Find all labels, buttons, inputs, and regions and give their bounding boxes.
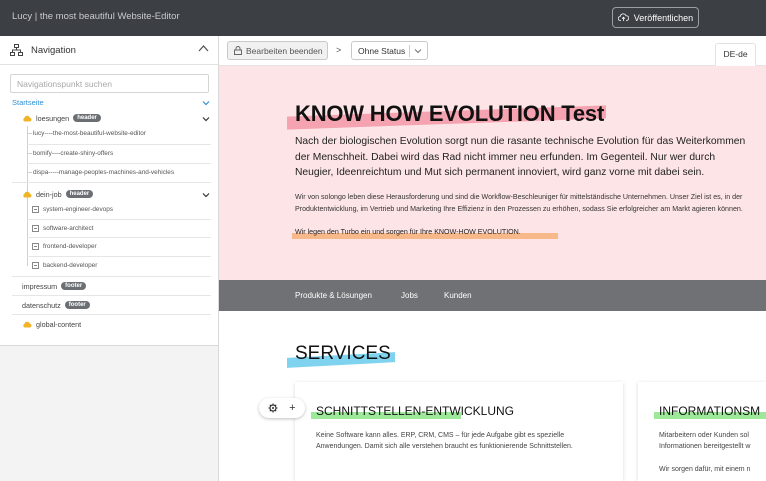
tree-leaf[interactable]: bomify----create-shiny-offers [33, 150, 113, 157]
top-bar: Lucy | the most beautiful Website-Editor… [0, 0, 766, 36]
tree-item-global-content[interactable]: global-content [22, 316, 81, 332]
sidebar-empty-area [0, 346, 219, 481]
page-icon [32, 205, 39, 213]
tree-item-loesungen[interactable]: loesungen header [22, 110, 101, 126]
card-title: INFORMATIONSM [659, 404, 761, 418]
end-editing-button[interactable]: Bearbeiten beenden [227, 41, 328, 60]
service-card[interactable]: SCHNITTSTELLEN-ENTWICKLUNG Keine Softwar… [295, 382, 623, 481]
tree-leaf-system-engineer[interactable]: system-engineer-devops [32, 201, 113, 217]
navigation-title: Navigation [31, 45, 76, 56]
tree-branch [27, 172, 32, 173]
tree-root-startseite[interactable]: Startseite [12, 98, 44, 107]
navigation-sidebar: Navigation Startseite loesungen header l… [0, 36, 219, 346]
lock-icon [234, 46, 242, 55]
hero-section: KNOW HOW EVOLUTION Test Nach der biologi… [219, 66, 766, 280]
tree-leaf-label: system-engineer-devops [43, 205, 113, 213]
tree-leaf-label: frontend-developer [43, 242, 97, 250]
status-select[interactable]: Ohne Status [351, 41, 428, 60]
publish-label: Veröffentlichen [633, 12, 694, 23]
tree-branch [27, 133, 32, 134]
status-value: Ohne Status [358, 45, 406, 56]
card-text: Wir sorgen dafür, mit einem n [659, 466, 751, 473]
card-text: Informationen bereitgestellt w [659, 443, 751, 450]
hero-small-text[interactable]: Wir von solongo leben diese Herausforder… [295, 192, 755, 215]
tree-item-label: loesungen [36, 113, 70, 123]
divider [12, 314, 211, 315]
hero-title[interactable]: KNOW HOW EVOLUTION Test [295, 101, 604, 127]
page-preview: KNOW HOW EVOLUTION Test Nach der biologi… [219, 66, 766, 481]
tree-item-label: impressum [22, 281, 58, 291]
tree-item-datenschutz[interactable]: datenschutz footer [22, 297, 90, 313]
card-text: Mitarbeitern oder Kunden sol [659, 432, 749, 439]
tree-item-dein-job[interactable]: dein-job header [22, 186, 94, 202]
header-badge: header [65, 190, 94, 198]
page-icon [32, 242, 39, 250]
cloud-icon [23, 115, 32, 121]
chevron-up-icon[interactable] [198, 44, 209, 53]
hero-highlight-text[interactable]: Wir legen den Turbo ein und sorgen für I… [295, 228, 521, 236]
app-title: Lucy | the most beautiful Website-Editor [12, 11, 180, 22]
site-navigation-bar: Produkte & Lösungen Jobs Kunden [219, 280, 766, 311]
cloud-icon [23, 321, 32, 327]
tree-leaf-backend-developer[interactable]: backend-developer [32, 257, 97, 273]
tree-item-label: dein-job [36, 189, 62, 199]
site-nav-products[interactable]: Produkte & Lösungen [295, 291, 372, 300]
card-text: Keine Software kann alles. ERP, CRM, CMS… [316, 432, 573, 450]
chevron-down-icon [414, 49, 422, 54]
site-nav-jobs[interactable]: Jobs [401, 291, 418, 300]
divider [12, 295, 211, 296]
divider [12, 182, 211, 183]
service-card[interactable]: INFORMATIONSM Mitarbeitern oder Kunden s… [638, 382, 766, 481]
block-tools: + [259, 398, 305, 418]
page-icon [32, 224, 39, 232]
footer-badge: footer [64, 301, 90, 309]
divider [12, 276, 211, 277]
tree-leaf[interactable]: dispa-----manage-peoples-machines-and-ve… [33, 169, 174, 176]
tree-leaf[interactable]: lucy----the-most-beautiful-website-edito… [33, 130, 146, 137]
sitemap-icon [10, 44, 23, 56]
services-title[interactable]: SERVICES [295, 343, 391, 365]
tree-branch [27, 153, 32, 154]
add-block-button[interactable]: + [289, 402, 295, 414]
tree-leaf-software-architect[interactable]: software-architect [32, 220, 93, 236]
divider [27, 163, 211, 164]
tree-leaf-label: backend-developer [43, 261, 98, 269]
breadcrumb-separator: > [336, 45, 342, 55]
tree-item-label: global-content [36, 319, 82, 329]
chevron-down-icon[interactable] [202, 116, 210, 122]
cloud-icon [23, 191, 32, 197]
chevron-down-icon[interactable] [202, 100, 210, 106]
language-tab[interactable]: DE-de [715, 43, 756, 67]
hero-paragraph[interactable]: Nach der biologischen Evolution sorgt nu… [295, 134, 755, 181]
chevron-down-icon[interactable] [202, 192, 210, 198]
select-divider [409, 45, 410, 57]
tree-leaf-frontend-developer[interactable]: frontend-developer [32, 238, 97, 254]
card-title: SCHNITTSTELLEN-ENTWICKLUNG [316, 404, 515, 418]
tree-leaf-label: software-architect [43, 224, 94, 232]
end-editing-label: Bearbeiten beenden [246, 45, 323, 56]
page-icon [32, 261, 39, 269]
editor-toolbar: Bearbeiten beenden > Ohne Status DE-de [219, 36, 766, 67]
gear-icon[interactable] [268, 403, 278, 413]
navigation-search-input[interactable] [10, 74, 209, 93]
navigation-header: Navigation [0, 36, 218, 65]
cloud-upload-icon [617, 13, 629, 21]
site-nav-customers[interactable]: Kunden [444, 291, 472, 300]
publish-button[interactable]: Veröffentlichen [612, 7, 699, 28]
divider [27, 144, 211, 145]
header-badge: header [73, 114, 101, 122]
footer-badge: footer [61, 282, 87, 290]
tree-item-impressum[interactable]: impressum footer [22, 278, 87, 294]
tree-item-label: datenschutz [22, 300, 61, 310]
